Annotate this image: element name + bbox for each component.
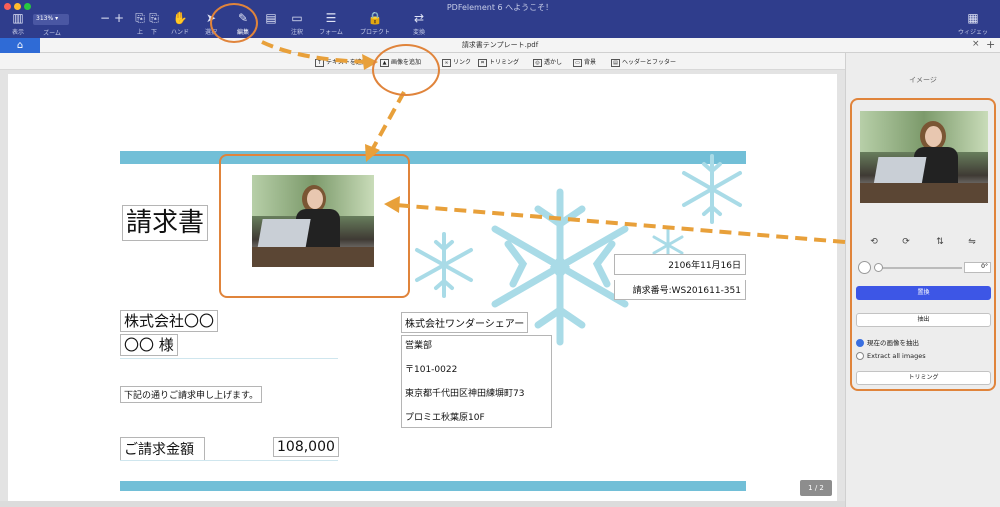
panel-title: イメージ — [909, 76, 937, 84]
flip-horizontal-icon[interactable]: ⇋ — [966, 237, 978, 247]
page-indicator[interactable]: 1 / 2 — [800, 480, 832, 496]
amount-underline — [120, 460, 338, 461]
zoom-value: 313% — [36, 15, 54, 22]
rotation-value[interactable]: 0° — [964, 262, 991, 273]
toolbar-label: ハンド — [170, 29, 189, 36]
subtool-crop[interactable]: ⌗ トリミング — [478, 57, 519, 67]
rotation-slider[interactable] — [876, 267, 962, 269]
lock-icon: 🔒 — [367, 11, 383, 25]
client-underline — [120, 358, 338, 359]
subtool-background[interactable]: ▭ 背景 — [573, 57, 596, 67]
view-icon: ▥ — [12, 11, 24, 25]
toolbar-label: 表示 — [11, 29, 24, 36]
rotate-left-icon[interactable]: ⟲ — [868, 237, 880, 247]
toolbar-button-comment[interactable]: ▭ 注釈 — [282, 11, 312, 37]
image-highlight-annotation — [219, 154, 410, 298]
invoice-title: 請求書 — [122, 205, 209, 241]
extract-current-radio[interactable]: 現在の画像を抽出 — [856, 337, 919, 347]
issuer-line: 東京都千代田区神田練塀町73 — [405, 389, 525, 399]
add-image-highlight-annotation — [372, 44, 440, 96]
radio-selected-icon — [856, 339, 864, 347]
subtool-watermark[interactable]: ◎ 透かし — [533, 57, 562, 67]
rotation-slider-thumb[interactable] — [874, 263, 883, 272]
toolbar-button-form[interactable]: ☰ フォーム — [316, 11, 346, 37]
crop-icon: ⌗ — [478, 58, 487, 67]
comment-icon: ▭ — [291, 11, 303, 25]
extract-button[interactable]: 抽出 — [856, 313, 991, 327]
toolbar-label: 変換 — [412, 29, 425, 36]
flip-vertical-icon[interactable]: ⇅ — [934, 237, 946, 247]
rotate-right-icon[interactable]: ⟳ — [900, 237, 912, 247]
document-tab[interactable]: 請求書テンプレート.pdf — [0, 40, 1000, 50]
issuer-company: 株式会社ワンダーシェアー — [401, 312, 529, 333]
radio-unselected-icon — [856, 352, 864, 360]
toolbar-label: 下 — [150, 29, 157, 36]
issuer-address-block: 営業部 〒101-0022 東京都千代田区神田練塀町73 プロミエ秋葉原10F — [401, 335, 552, 428]
toolbar-label: フォーム — [319, 29, 343, 36]
issuer-line: 営業部 — [405, 341, 433, 351]
small-snowflake-left — [415, 232, 473, 298]
watermark-icon: ◎ — [533, 58, 542, 67]
image-properties-panel: イメージ ⟲ ⟳ ⇅ ⇋ 0° 置換 抽出 現在の画像を抽出 Extract all … — [845, 53, 1000, 507]
request-text: 下記の通りご請求申し上げます。 — [120, 386, 263, 403]
extract-all-radio[interactable]: Extract all images — [856, 352, 926, 360]
subtool-label: 背景 — [584, 59, 597, 66]
document-canvas: 請求書 株式会社〇〇 〇〇 様 下記の通りご請求申し上げます。 ご請求金額 10… — [0, 70, 845, 507]
subtool-link[interactable]: ∞ リンク — [442, 57, 471, 67]
replace-button[interactable]: 置換 — [856, 286, 991, 300]
horizontal-scrollbar[interactable] — [0, 501, 845, 507]
edit-highlight-annotation — [210, 3, 258, 43]
client-name: 〇〇 様 — [120, 334, 178, 356]
subtool-header-footer[interactable]: ▤ ヘッダーとフッター — [611, 57, 676, 67]
zoom-select[interactable]: 313% ▾ — [33, 14, 69, 25]
header-footer-icon: ▤ — [611, 58, 620, 67]
snowflake-center — [550, 254, 570, 280]
toolbar-label: 注釈 — [290, 29, 303, 36]
background-icon: ▭ — [573, 58, 582, 67]
toolbar-button-convert[interactable]: ⇄ 変換 — [404, 11, 434, 37]
crop-button[interactable]: トリミング — [856, 371, 991, 385]
new-tab-icon[interactable]: + — [986, 38, 995, 51]
close-tab-icon[interactable]: × — [972, 39, 980, 49]
add-text-icon: T — [315, 58, 324, 67]
toolbar-button-lock[interactable]: 🔒 プロテクト — [360, 11, 391, 37]
toolbar-button-hand[interactable]: ✋ ハンド — [165, 11, 195, 37]
subtool-label: ヘッダーとフッター — [622, 59, 677, 66]
client-company: 株式会社〇〇 — [120, 310, 219, 332]
hand-icon: ✋ — [172, 11, 188, 25]
convert-icon: ⇄ — [413, 11, 425, 25]
subtool-label: 透かし — [544, 59, 563, 66]
subtool-label: リンク — [453, 59, 472, 66]
amount-label: ご請求金額 — [120, 437, 205, 461]
small-snowflake-right — [682, 154, 742, 224]
subtool-label: テキストを追加 — [326, 59, 368, 66]
toolbar-label: プロテクト — [360, 29, 391, 36]
toolbar-button-view[interactable]: ▥ 表示 — [3, 11, 33, 37]
main-toolbar: PDFelement 6 へようこそ！ 313% ▾ ▥ 表示 ズーム − + ⎘ 上 ⎘ 下 ✋… — [0, 0, 1000, 45]
amount-value: 108,000 — [273, 437, 339, 457]
issuer-line: プロミエ秋葉原10F — [405, 413, 485, 423]
rotation-knob[interactable] — [858, 261, 871, 274]
link-icon: ∞ — [442, 58, 451, 67]
image-preview — [860, 111, 988, 203]
subtool-add-text[interactable]: T テキストを追加 — [315, 57, 368, 67]
subtool-label: トリミング — [489, 59, 520, 66]
issue-date: 2106年11月16日 — [614, 254, 746, 275]
tab-bar: ⌂ 請求書テンプレート.pdf × + — [0, 38, 1000, 53]
zoom-label: ズーム — [43, 30, 61, 37]
pdf-page: 請求書 株式会社〇〇 〇〇 様 下記の通りご請求申し上げます。 ご請求金額 10… — [8, 74, 837, 507]
form-icon: ☰ — [325, 11, 337, 25]
invoice-number: 請求番号:WS201611-351 — [614, 280, 746, 300]
widget-icon: ▦ — [967, 11, 979, 25]
issuer-line: 〒101-0022 — [405, 365, 458, 375]
